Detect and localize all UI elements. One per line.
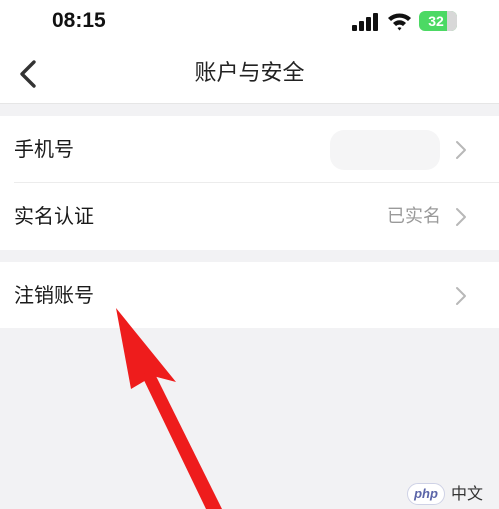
- row-value: 已实名: [387, 206, 441, 227]
- status-bar: 08:15 32: [0, 0, 499, 44]
- nav-bar: 账户与安全: [0, 44, 499, 104]
- row-cancel-account[interactable]: 注销账号: [0, 262, 499, 328]
- back-button[interactable]: [12, 57, 46, 91]
- chevron-right-icon: [456, 141, 466, 159]
- row-phone-number[interactable]: 手机号: [0, 116, 499, 183]
- battery-icon: 32: [419, 11, 457, 31]
- row-label: 手机号: [14, 137, 74, 161]
- row-label: 注销账号: [14, 283, 94, 307]
- account-section: 手机号 实名认证 已实名: [0, 116, 499, 250]
- chevron-right-icon: [456, 287, 466, 305]
- wifi-icon: [388, 13, 411, 31]
- red-arrow-pointer: [116, 308, 222, 509]
- status-time: 08:15: [52, 9, 106, 32]
- account-cancel-section: 注销账号: [0, 262, 499, 328]
- watermark-badge: php: [407, 483, 445, 505]
- battery-level: 32: [428, 13, 444, 29]
- page-title: 账户与安全: [194, 61, 305, 86]
- arrow-shaft: [141, 372, 222, 509]
- watermark-text: 中文网: [451, 484, 484, 509]
- signal-icon: [352, 13, 378, 31]
- watermark: php 中文网: [407, 482, 497, 509]
- row-label: 实名认证: [14, 204, 94, 228]
- chevron-left-icon: [20, 60, 36, 88]
- blurred-phone-value: [330, 130, 440, 170]
- row-real-name-verification[interactable]: 实名认证 已实名: [0, 183, 499, 250]
- chevron-right-icon: [456, 208, 466, 226]
